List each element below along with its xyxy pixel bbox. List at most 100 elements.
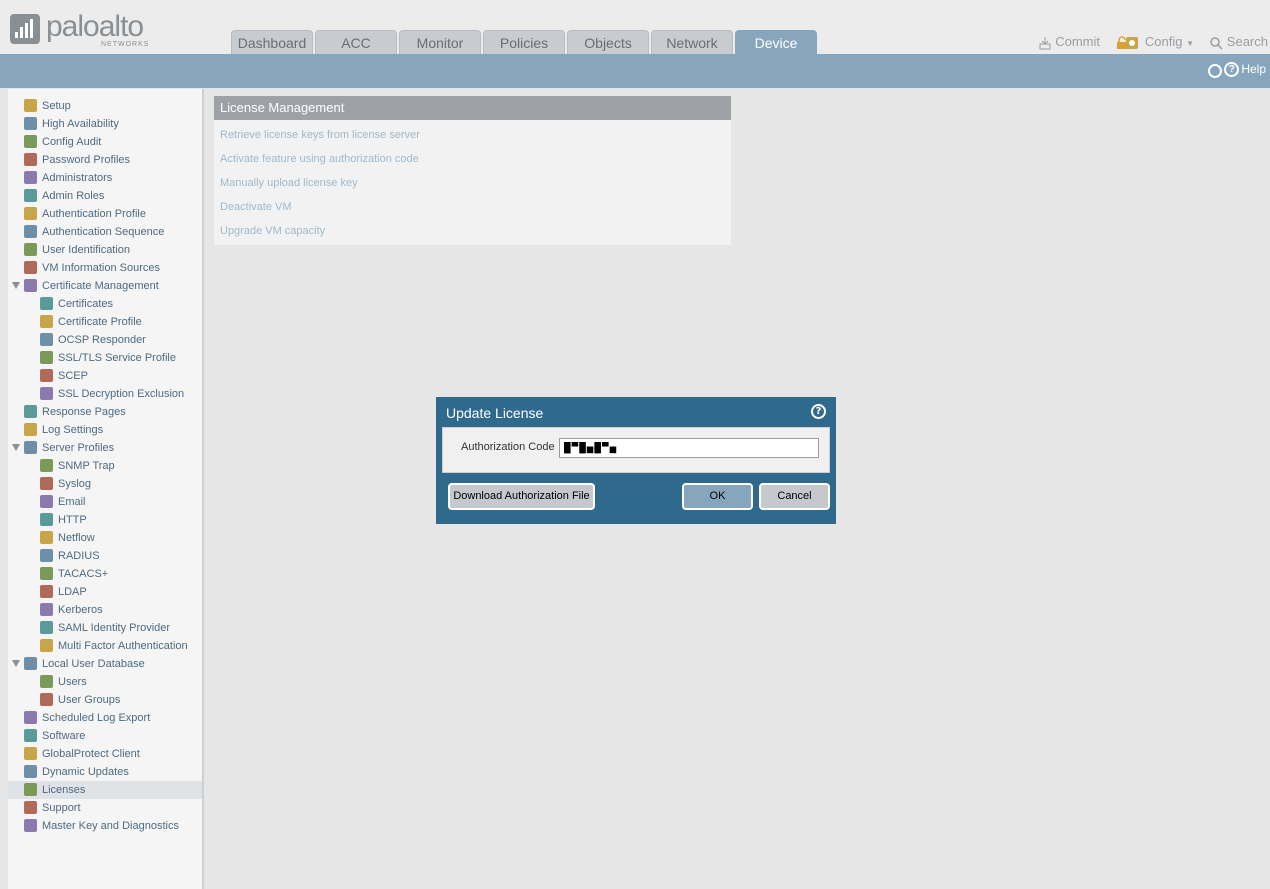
dialog-title: Update License <box>446 405 544 421</box>
sidebar-item-certificates[interactable]: Certificates <box>8 295 202 313</box>
sidebar-item-radius[interactable]: RADIUS <box>8 547 202 565</box>
search-label: Search <box>1226 34 1268 49</box>
sidebar-item-support[interactable]: Support <box>8 799 202 817</box>
sidebar-item-licenses[interactable]: Licenses <box>8 781 202 799</box>
sidebar-item-log-settings[interactable]: Log Settings <box>8 421 202 439</box>
license-action-link[interactable]: Activate feature using authorization cod… <box>220 153 419 165</box>
sidebar-item-label: RADIUS <box>58 550 100 562</box>
ok-button[interactable]: OK <box>682 483 753 510</box>
help-label: Help <box>1241 62 1266 76</box>
config-dropdown[interactable]: Config ▼ <box>1125 34 1194 50</box>
ldap-icon <box>40 585 53 598</box>
expand-arrow-icon[interactable] <box>12 444 20 451</box>
dynamic-updates-icon <box>24 765 37 778</box>
administrators-icon <box>24 171 37 184</box>
sidebar-item-email[interactable]: Email <box>8 493 202 511</box>
update-license-dialog: Update License ? Authorization Code Down… <box>436 397 836 524</box>
cancel-button[interactable]: Cancel <box>759 483 830 510</box>
expand-arrow-icon[interactable] <box>12 282 20 289</box>
download-authorization-file-button[interactable]: Download Authorization File <box>448 483 595 510</box>
sidebar-item-kerberos[interactable]: Kerberos <box>8 601 202 619</box>
sidebar-item-administrators[interactable]: Administrators <box>8 169 202 187</box>
sidebar-item-config-audit[interactable]: Config Audit <box>8 133 202 151</box>
ocsp-responder-icon <box>40 333 53 346</box>
sidebar-item-label: Multi Factor Authentication <box>58 640 188 652</box>
tab-acc[interactable]: ACC <box>315 30 397 54</box>
license-management-title: License Management <box>214 96 731 120</box>
sidebar-item-label: LDAP <box>58 586 87 598</box>
snmp-trap-icon <box>40 459 53 472</box>
authorization-code-label: Authorization Code <box>461 441 555 453</box>
sidebar-item-master-key-and-diagnostics[interactable]: Master Key and Diagnostics <box>8 817 202 835</box>
sidebar-item-admin-roles[interactable]: Admin Roles <box>8 187 202 205</box>
lock-icon <box>24 819 37 832</box>
license-action-link[interactable]: Upgrade VM capacity <box>220 225 325 237</box>
license-action-link[interactable]: Retrieve license keys from license serve… <box>220 129 420 141</box>
license-action-link[interactable]: Deactivate VM <box>220 201 292 213</box>
sidebar-item-label: Licenses <box>42 784 86 796</box>
kerberos-icon <box>40 603 53 616</box>
sidebar-item-ocsp-responder[interactable]: OCSP Responder <box>8 331 202 349</box>
sidebar-item-multi-factor-authentication[interactable]: Multi Factor Authentication <box>8 637 202 655</box>
sidebar-splitter[interactable] <box>202 89 204 889</box>
sidebar-item-label: SAML Identity Provider <box>58 622 171 634</box>
sidebar-item-saml-identity-provider[interactable]: SAML Identity Provider <box>8 619 202 637</box>
expand-arrow-icon[interactable] <box>12 660 20 667</box>
saml-icon <box>40 621 53 634</box>
authorization-code-input[interactable] <box>559 438 819 458</box>
license-action-link[interactable]: Manually upload license key <box>220 177 358 189</box>
tab-objects[interactable]: Objects <box>567 30 649 54</box>
sidebar-item-certificate-profile[interactable]: Certificate Profile <box>8 313 202 331</box>
password-profiles-icon <box>24 153 37 166</box>
sub-header-bar: ? Help <box>0 54 1270 88</box>
sidebar-item-user-identification[interactable]: User Identification <box>8 241 202 259</box>
commit-button[interactable]: Commit <box>1038 34 1100 50</box>
paloalto-logo[interactable]: paloalto NETWORKS <box>10 10 160 52</box>
sidebar-item-authentication-sequence[interactable]: Authentication Sequence <box>8 223 202 241</box>
sidebar-item-local-user-database[interactable]: Local User Database <box>8 655 202 673</box>
sidebar-item-http[interactable]: HTTP <box>8 511 202 529</box>
tab-network[interactable]: Network <box>651 30 733 54</box>
sidebar-item-label: Support <box>42 802 81 814</box>
sidebar-item-snmp-trap[interactable]: SNMP Trap <box>8 457 202 475</box>
log-settings-icon <box>24 423 37 436</box>
help-button[interactable]: ? Help <box>1224 62 1266 78</box>
sidebar-item-users[interactable]: Users <box>8 673 202 691</box>
sidebar-item-label: Response Pages <box>42 406 126 418</box>
sidebar-item-tacacs[interactable]: TACACS+ <box>8 565 202 583</box>
sidebar-item-certificate-management[interactable]: Certificate Management <box>8 277 202 295</box>
sidebar-item-user-groups[interactable]: User Groups <box>8 691 202 709</box>
sidebar-item-password-profiles[interactable]: Password Profiles <box>8 151 202 169</box>
top-bar: paloalto NETWORKS Dashboard ACC Monitor Pol… <box>0 0 1270 54</box>
key-icon <box>24 783 37 796</box>
sidebar-item-label: Server Profiles <box>42 442 115 454</box>
tab-policies[interactable]: Policies <box>483 30 565 54</box>
sidebar-item-label: Kerberos <box>58 604 103 616</box>
dialog-help-icon[interactable]: ? <box>811 404 826 419</box>
sidebar-item-syslog[interactable]: Syslog <box>8 475 202 493</box>
sidebar-item-scheduled-log-export[interactable]: Scheduled Log Export <box>8 709 202 727</box>
certificate-management-icon <box>24 279 37 292</box>
tab-device[interactable]: Device <box>735 30 817 54</box>
sidebar-item-response-pages[interactable]: Response Pages <box>8 403 202 421</box>
sidebar-item-ldap[interactable]: LDAP <box>8 583 202 601</box>
sidebar-item-label: Certificate Profile <box>58 316 142 328</box>
sidebar-item-ssl-decryption-exclusion[interactable]: SSL Decryption Exclusion <box>8 385 202 403</box>
sidebar-item-scep[interactable]: SCEP <box>8 367 202 385</box>
sidebar-item-vm-information-sources[interactable]: VM Information Sources <box>8 259 202 277</box>
search-button[interactable]: Search <box>1209 34 1268 50</box>
sidebar-item-netflow[interactable]: Netflow <box>8 529 202 547</box>
sidebar-item-authentication-profile[interactable]: Authentication Profile <box>8 205 202 223</box>
sidebar-item-label: Admin Roles <box>42 190 105 202</box>
sidebar-item-high-availability[interactable]: High Availability <box>8 115 202 133</box>
tab-monitor[interactable]: Monitor <box>399 30 481 54</box>
refresh-icon[interactable] <box>1208 64 1222 78</box>
sidebar-item-setup[interactable]: Setup <box>8 97 202 115</box>
sidebar-item-software[interactable]: Software <box>8 727 202 745</box>
sidebar-item-server-profiles[interactable]: Server Profiles <box>8 439 202 457</box>
sidebar-item-dynamic-updates[interactable]: Dynamic Updates <box>8 763 202 781</box>
tab-dashboard[interactable]: Dashboard <box>231 30 313 54</box>
support-icon <box>24 801 37 814</box>
sidebar-item-ssl-tls-service-profile[interactable]: SSL/TLS Service Profile <box>8 349 202 367</box>
sidebar-item-globalprotect-client[interactable]: GlobalProtect Client <box>8 745 202 763</box>
